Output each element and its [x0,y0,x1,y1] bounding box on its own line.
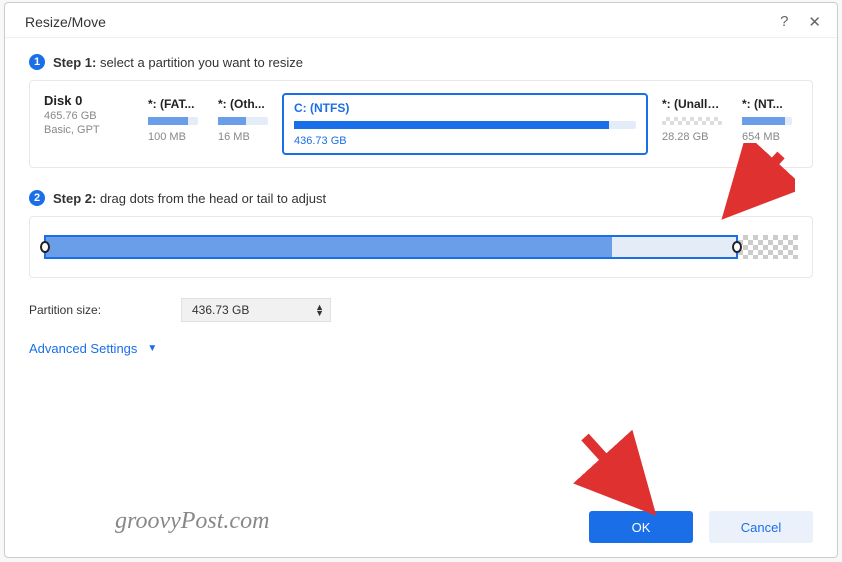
slider-free [612,237,736,257]
resize-slider[interactable] [44,235,798,259]
ok-button[interactable]: OK [589,511,693,543]
arrow-down-icon[interactable]: ▼ [315,310,324,316]
partition-size-input[interactable]: 436.73 GB ▲ ▼ [181,298,331,322]
cancel-button[interactable]: Cancel [709,511,813,543]
partition-c-ntfs[interactable]: C: (NTFS) 436.73 GB [282,93,648,155]
step1-badge: 1 [29,54,45,70]
partition-bar [742,117,792,125]
close-icon[interactable]: ✕ [808,13,821,31]
disk-type: Basic, GPT [44,124,134,136]
partition-bar [294,121,636,129]
window-controls: ? ✕ [780,13,821,31]
step1-text: Step 1: select a partition you want to r… [53,55,303,70]
partition-other[interactable]: *: (Oth... 16 MB [212,93,274,155]
partition-bar [148,117,198,125]
step1-header: 1 Step 1: select a partition you want to… [29,54,813,70]
slider-used [46,237,612,257]
resize-handle-right[interactable] [732,234,742,260]
dialog-title: Resize/Move [25,14,106,30]
partition-bar [218,117,268,125]
watermark: groovyPost.com [115,508,269,535]
disk-name: Disk 0 [44,93,134,108]
chevron-down-icon: ▼ [147,343,157,354]
partition-size-value: 436.73 GB [192,303,249,317]
step2-text: Step 2: drag dots from the head or tail … [53,191,326,206]
resize-slider-box [29,216,813,278]
disk-partition-row: Disk 0 465.76 GB Basic, GPT *: (FAT... 1… [29,80,813,168]
titlebar: Resize/Move ? ✕ [5,3,837,38]
resize-handle-left[interactable] [40,234,50,260]
step2-header: 2 Step 2: drag dots from the head or tai… [29,190,813,206]
partition-bar [662,117,722,125]
help-icon[interactable]: ? [780,13,788,31]
partition-size-row: Partition size: 436.73 GB ▲ ▼ [29,298,813,322]
slider-allocated [44,235,738,259]
disk-size: 465.76 GB [44,110,134,122]
partition-fat[interactable]: *: (FAT... 100 MB [142,93,204,155]
resize-move-dialog: Resize/Move ? ✕ 1 Step 1: select a parti… [4,2,838,558]
dialog-content: 1 Step 1: select a partition you want to… [5,38,837,497]
partition-unallocated[interactable]: *: (Unallo... 28.28 GB [656,93,728,155]
slider-unallocated [738,235,798,259]
partition-size-label: Partition size: [29,303,169,317]
partition-nt[interactable]: *: (NT... 654 MB [736,93,798,155]
disk-info: Disk 0 465.76 GB Basic, GPT [44,93,134,155]
advanced-settings-toggle[interactable]: Advanced Settings ▼ [29,341,157,356]
step2-badge: 2 [29,190,45,206]
spinner-arrows[interactable]: ▲ ▼ [315,304,324,316]
